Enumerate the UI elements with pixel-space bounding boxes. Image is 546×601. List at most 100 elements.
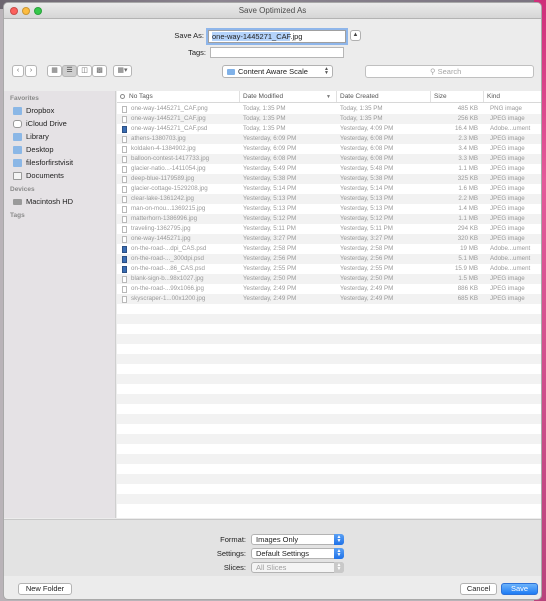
format-value: Images Only [256,535,299,544]
forward-button[interactable]: › [25,65,37,77]
file-modified: Yesterday, 2:49 PM [243,285,297,292]
file-size: 485 KB [457,105,478,112]
folder-icon [13,145,22,154]
empty-row [117,314,541,324]
back-button[interactable]: ‹ [12,65,24,77]
devices-header: Devices [10,186,35,193]
empty-row [117,504,541,514]
icon-view-button[interactable]: ▦ [47,65,62,77]
column-created-label: Date Created [340,93,379,100]
sidebar: Favorites Dropbox iCloud Drive Library Desk… [4,91,116,518]
file-size: 15.9 MB [454,265,478,272]
table-row[interactable]: on-the-road-...99x1066.jpg Yesterday, 2:4… [117,284,541,294]
zoom-window-button[interactable] [34,7,42,15]
table-row[interactable]: skyscraper-1...00x1200.jpg Yesterday, 2:4… [117,294,541,304]
file-name-cell: one-way-1445271_CAF.jpg [117,114,240,124]
column-created-header[interactable]: Date Created [337,91,431,102]
format-popup[interactable]: Images Only ▲ ▼ [251,534,344,545]
file-kind: JPEG image [490,195,525,202]
table-row[interactable]: man-on-mou...1369215.jpg Yesterday, 5:13 … [117,204,541,214]
column-name-header[interactable]: No Tags [117,91,240,102]
collapse-dialog-button[interactable]: ▲ [350,30,361,41]
sidebar-item-filesforfirstvisit[interactable]: filesforfirstvisit [4,156,115,169]
column-size-header[interactable]: Size [431,91,484,102]
table-row[interactable]: one-way-1445271.jpg Yesterday, 3:27 PM Yes… [117,234,541,244]
file-kind: Adobe...ument [490,265,531,272]
save-button[interactable]: Save [501,583,538,595]
table-row[interactable]: one-way-1445271_CAF.jpg Today, 1:35 PM Tod… [117,114,541,124]
table-row[interactable]: glacier-natio...-1411054.jpg Yesterday, 5… [117,164,541,174]
updown-chevron-icon: ▲ ▼ [334,548,344,559]
arrange-button[interactable]: ▦▾ [113,65,132,77]
sidebar-item-dropbox[interactable]: Dropbox [4,104,115,117]
file-name: on-the-road-...dpi_CAS.psd [131,245,207,252]
search-field[interactable]: ⚲ Search [365,65,534,78]
table-row[interactable]: matterhorn-1386996.jpg Yesterday, 5:12 PM… [117,214,541,224]
table-row[interactable]: koldalen-4-1384902.jpg Yesterday, 6:09 PM… [117,144,541,154]
file-modified: Yesterday, 3:27 PM [243,235,297,242]
file-name: balloon-contest-1417733.jpg [131,155,210,162]
file-modified: Yesterday, 5:12 PM [243,215,297,222]
image-file-icon [122,216,127,223]
file-created: Yesterday, 2:49 PM [340,285,394,292]
file-modified: Yesterday, 6:08 PM [243,155,297,162]
column-kind-header[interactable]: Kind [484,91,541,102]
file-created: Yesterday, 2:50 PM [340,275,394,282]
table-row[interactable]: traveling-1362795.jpg Yesterday, 5:11 PM Y… [117,224,541,234]
table-row[interactable]: on-the-road-..._300dpi.psd Yesterday, 2:5… [117,254,541,264]
image-file-icon [122,226,127,233]
column-view-button[interactable]: ◫ [77,65,92,77]
file-modified: Yesterday, 5:49 PM [243,165,297,172]
cover-flow-button[interactable]: ▩ [92,65,107,77]
close-window-button[interactable] [10,7,18,15]
table-row[interactable]: one-way-1445271_CAF.png Today, 1:35 PM Tod… [117,104,541,114]
sidebar-item-library[interactable]: Library [4,130,115,143]
sidebar-item-icloud-drive[interactable]: iCloud Drive [4,117,115,130]
minimize-window-button[interactable] [22,7,30,15]
table-row[interactable]: balloon-contest-1417733.jpg Yesterday, 6:… [117,154,541,164]
new-folder-button[interactable]: New Folder [18,583,72,595]
list-view-icon: ☰ [66,67,73,74]
table-row[interactable]: athens-1380703.jpg Yesterday, 6:09 PM Yest… [117,134,541,144]
slices-popup: All Slices ▲ ▼ [251,562,344,573]
image-file-icon [122,136,127,143]
tags-field[interactable] [210,47,344,58]
sidebar-item-label: iCloud Drive [26,119,67,128]
table-row[interactable]: on-the-road-...86_CAS.psd Yesterday, 2:55… [117,264,541,274]
file-name: deep-blue-1179589.jpg [131,175,195,182]
file-kind: JPEG image [490,285,525,292]
file-kind: Adobe...ument [490,245,531,252]
sort-chevron-icon: ▼ [326,94,331,100]
file-size: 886 KB [457,285,478,292]
tag-circle-icon [120,94,125,99]
settings-popup[interactable]: Default Settings ▲ ▼ [251,548,344,559]
empty-row [117,484,541,494]
file-size: 3.3 MB [458,155,478,162]
file-modified: Yesterday, 2:49 PM [243,295,297,302]
sidebar-item-desktop[interactable]: Desktop [4,143,115,156]
file-created: Yesterday, 2:56 PM [340,255,394,262]
table-row[interactable]: blank-sign-b...98x1027.jpg Yesterday, 2:5… [117,274,541,284]
file-name: one-way-1445271.jpg [131,235,191,242]
file-name: on-the-road-...99x1066.jpg [131,285,204,292]
column-modified-header[interactable]: Date Modified ▼ [240,91,337,102]
table-row[interactable]: on-the-road-...dpi_CAS.psd Yesterday, 2:5… [117,244,541,254]
file-modified: Yesterday, 5:13 PM [243,205,297,212]
cancel-button[interactable]: Cancel [460,583,497,595]
sidebar-item-documents[interactable]: Documents [4,169,115,182]
sidebar-item-label: Macintosh HD [26,197,74,206]
table-row[interactable]: clear-lake-1361242.jpg Yesterday, 5:13 PM… [117,194,541,204]
image-file-icon [122,196,127,203]
save-as-field[interactable]: one-way-1445271_CAF.jpg [208,30,346,43]
file-size: 1.1 MB [458,165,478,172]
table-row[interactable]: glacier-cottage-1529208.jpg Yesterday, 5:… [117,184,541,194]
file-modified: Yesterday, 6:09 PM [243,145,297,152]
psd-file-icon [122,246,127,253]
location-popup[interactable]: Content Aware Scale ▲ ▼ [222,65,333,78]
window-title: Save Optimized As [238,6,307,15]
table-row[interactable]: one-way-1445271_CAF.psd Today, 1:35 PM Yes… [117,124,541,134]
list-view-button[interactable]: ☰ [62,65,77,77]
file-modified: Yesterday, 2:55 PM [243,265,297,272]
sidebar-item-macintosh-hd[interactable]: Macintosh HD [4,195,115,208]
table-row[interactable]: deep-blue-1179589.jpg Yesterday, 5:38 PM Y… [117,174,541,184]
